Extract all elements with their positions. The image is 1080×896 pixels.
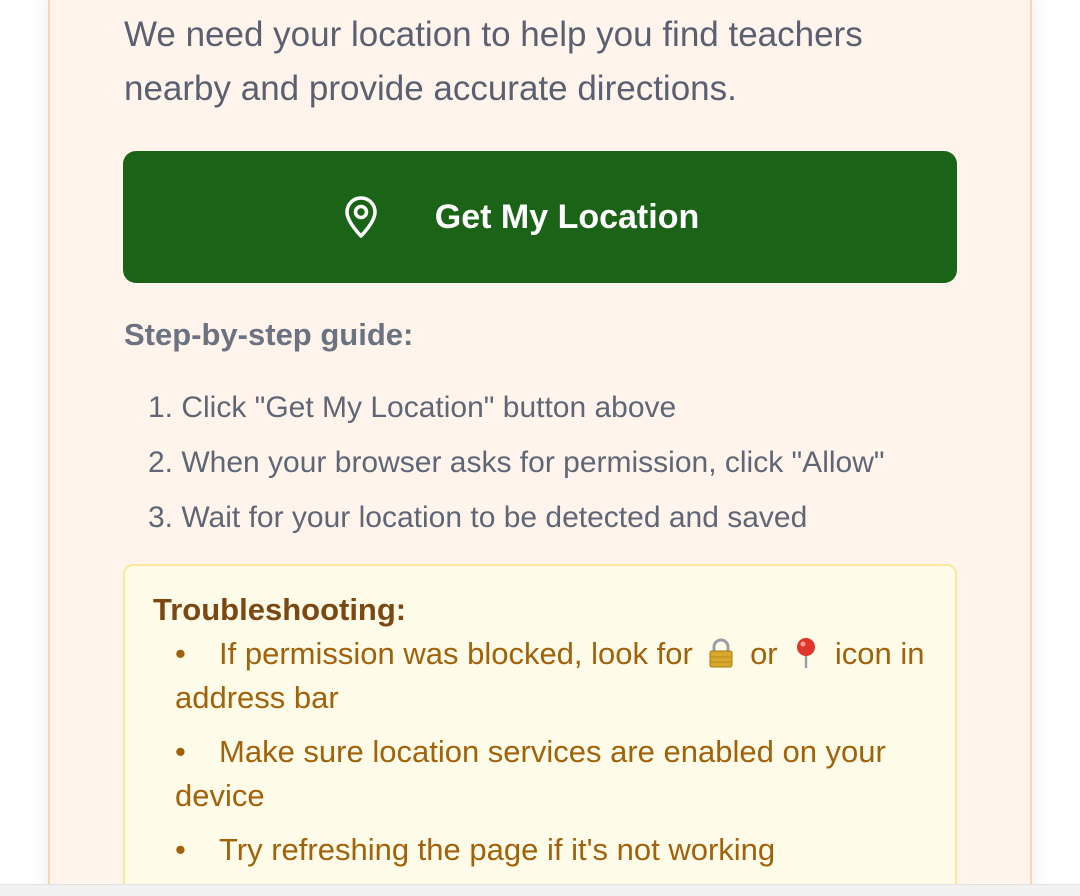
troubleshooting-item: • If permission was blocked, look for or xyxy=(175,632,935,720)
guide-steps-list: 1. Click "Get My Location" button above … xyxy=(148,380,885,545)
get-my-location-button[interactable]: Get My Location xyxy=(123,151,957,283)
troubleshooting-item-text: If permission was blocked, look for xyxy=(219,636,693,671)
troubleshooting-item-text: Make sure location services are enabled … xyxy=(175,734,886,813)
guide-step: 1. Click "Get My Location" button above xyxy=(148,391,677,424)
troubleshooting-item: • Try refreshing the page if it's not wor… xyxy=(175,828,935,872)
guide-step: 3. Wait for your location to be detected… xyxy=(148,501,808,534)
bullet: • xyxy=(175,734,186,769)
intro-text: We need your location to help you find t… xyxy=(124,15,863,108)
guide-step: 2. When your browser asks for permission… xyxy=(148,446,885,479)
troubleshooting-item-text: Try refreshing the page if it's not work… xyxy=(219,832,776,867)
location-permission-screen: We need your location to help you find t… xyxy=(0,0,1080,896)
troubleshooting-list: • If permission was blocked, look for or xyxy=(175,632,935,882)
guide-title: Step-by-step guide: xyxy=(124,317,414,352)
troubleshooting-box: Troubleshooting: • If permission was bloc… xyxy=(123,564,957,896)
bullet: • xyxy=(175,832,186,867)
pushpin-icon xyxy=(792,637,820,669)
map-pin-icon xyxy=(341,195,381,239)
troubleshooting-item: • Make sure location services are enabled… xyxy=(175,730,935,818)
troubleshooting-title: Troubleshooting: xyxy=(153,592,407,627)
troubleshooting-item-or: or xyxy=(750,636,778,671)
lock-icon xyxy=(707,637,735,669)
bottom-edge xyxy=(0,884,1080,896)
get-my-location-label: Get My Location xyxy=(434,197,700,236)
bullet: • xyxy=(175,636,186,671)
